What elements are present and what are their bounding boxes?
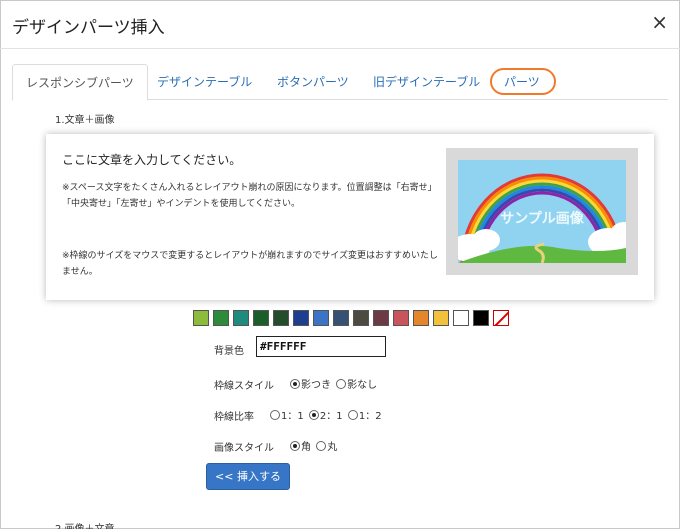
preview-paragraph-2: ※枠線のサイズをマウスで変更するとレイアウトが崩れますのでサイズ変更はおすすめい… xyxy=(62,251,439,277)
insert-button[interactable]: << 挿入する xyxy=(206,463,290,490)
sample-image-text: サンプル画像 xyxy=(500,211,584,227)
color-swatch[interactable] xyxy=(293,310,309,326)
color-swatch[interactable] xyxy=(233,310,249,326)
background-color-label: 背景色 xyxy=(214,346,244,357)
tab-design-table[interactable]: デザインテーブル xyxy=(157,64,252,100)
color-swatch[interactable] xyxy=(353,310,369,326)
color-swatch[interactable] xyxy=(273,310,289,326)
image-style-radio-group: 角 丸 xyxy=(290,438,339,454)
preview-card[interactable]: ここに文章を入力してください。 ※スペース文字をたくさん入れるとレイアウト崩れの… xyxy=(46,134,654,300)
color-swatch[interactable] xyxy=(413,310,429,326)
tab-button-parts[interactable]: ボタンパーツ xyxy=(277,64,349,100)
border-ratio-2-1-option[interactable]: 2：1 xyxy=(308,407,343,422)
border-ratio-radio-group: 1：1 2：1 1：2 xyxy=(270,407,384,423)
color-swatch[interactable] xyxy=(213,310,229,326)
border-ratio-label: 枠線比率 xyxy=(214,412,254,423)
close-icon[interactable]: × xyxy=(651,12,668,32)
border-ratio-1-2-option[interactable]: 1：2 xyxy=(347,407,382,422)
color-swatch[interactable] xyxy=(193,310,209,326)
color-swatch[interactable] xyxy=(393,310,409,326)
border-style-radio-group: 影つき 影なし xyxy=(290,376,379,392)
border-style-no-shadow-option[interactable]: 影なし xyxy=(336,376,377,391)
no-color-swatch[interactable] xyxy=(493,310,509,326)
image-style-square-option[interactable]: 角 xyxy=(290,438,311,453)
image-style-label: 画像スタイル xyxy=(214,443,274,454)
color-swatch[interactable] xyxy=(333,310,349,326)
image-style-round-option[interactable]: 丸 xyxy=(316,438,337,453)
tab-bar: レスポンシブパーツ デザインテーブル ボタンパーツ 旧デザインテーブル パーツ xyxy=(12,64,668,101)
border-ratio-1-1-option[interactable]: 1：1 xyxy=(270,407,304,422)
tab-old-design-table[interactable]: 旧デザインテーブル xyxy=(373,64,480,100)
next-section-label: 2.画像＋文章 xyxy=(55,520,115,529)
header-divider xyxy=(0,48,680,49)
tab-parts[interactable]: パーツ xyxy=(504,64,540,100)
tab-responsive-parts[interactable]: レスポンシブパーツ xyxy=(12,64,148,101)
preview-paragraph-1: ※スペース文字をたくさん入れるとレイアウト崩れの原因になります。位置調整は「右寄… xyxy=(62,183,437,209)
color-swatch[interactable] xyxy=(453,310,469,326)
preview-heading: ここに文章を入力してください。 xyxy=(62,153,242,167)
background-color-input[interactable] xyxy=(256,336,386,357)
color-swatch[interactable] xyxy=(433,310,449,326)
dialog-title: デザインパーツ挿入 xyxy=(12,18,165,38)
border-style-shadow-option[interactable]: 影つき xyxy=(290,376,331,391)
sample-image: サンプル画像 xyxy=(446,148,638,275)
color-swatch[interactable] xyxy=(313,310,329,326)
color-swatch[interactable] xyxy=(373,310,389,326)
border-style-label: 枠線スタイル xyxy=(214,381,274,392)
section-label: 1.文章＋画像 xyxy=(55,115,115,126)
color-swatch[interactable] xyxy=(473,310,489,326)
color-swatch[interactable] xyxy=(253,310,269,326)
no-color-slash-icon xyxy=(494,311,508,325)
